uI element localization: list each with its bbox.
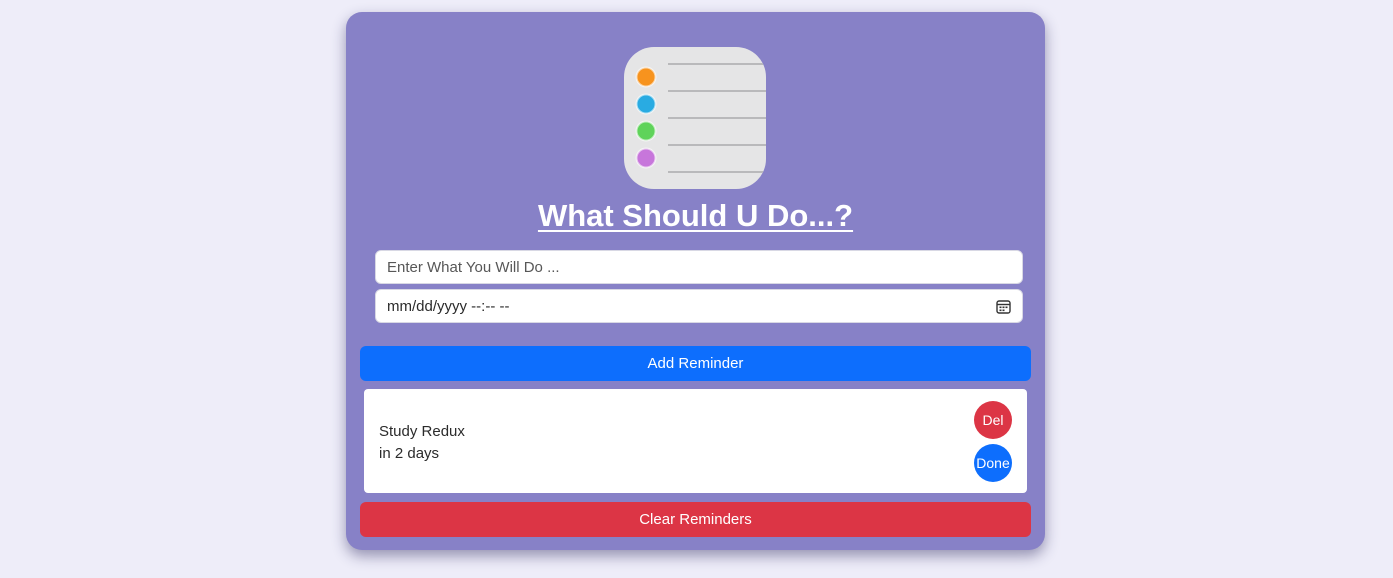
delete-button[interactable]: Del (974, 401, 1012, 439)
page-title: What Should U Do...? (537, 198, 854, 233)
list-item: Study Redux in 2 days Del Done (364, 389, 1027, 493)
reminder-due: in 2 days (379, 445, 440, 462)
reminders-list-icon (624, 47, 766, 189)
reminder-details: Study Redux in 2 days (379, 421, 465, 465)
reminder-card: What Should U Do...? mm/dd/yyyy --:-- --… (346, 12, 1045, 550)
reminder-text: Study Redux (379, 423, 465, 440)
done-button[interactable]: Done (974, 444, 1012, 482)
add-reminder-button[interactable]: Add Reminder (360, 346, 1031, 381)
reminder-list: Study Redux in 2 days Del Done (364, 389, 1027, 493)
calendar-icon[interactable] (996, 299, 1011, 314)
datetime-input[interactable]: mm/dd/yyyy --:-- -- (375, 289, 1023, 323)
task-input[interactable] (375, 250, 1023, 284)
datetime-placeholder: mm/dd/yyyy --:-- -- (387, 297, 510, 315)
clear-reminders-button[interactable]: Clear Reminders (360, 502, 1031, 537)
